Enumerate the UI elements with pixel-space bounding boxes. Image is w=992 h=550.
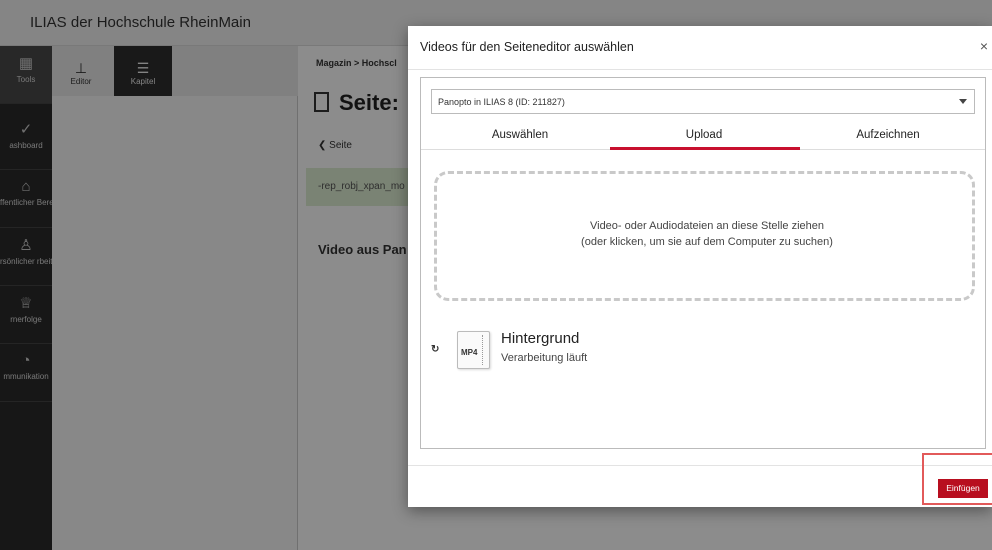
dialog-title: Videos für den Seiteneditor auswählen: [420, 40, 634, 54]
processing-spinner-icon: ↻: [431, 344, 440, 355]
dropzone-text: Video- oder Audiodateien an diese Stelle…: [581, 220, 833, 248]
tab-select[interactable]: Auswählen: [425, 129, 615, 141]
source-select[interactable]: Panopto in ILIAS 8 (ID: 211827): [431, 89, 975, 114]
mp4-file-icon: MP4: [457, 331, 490, 369]
video-select-dialog: Videos für den Seiteneditor auswählen × …: [408, 26, 992, 507]
file-status: Verarbeitung läuft: [501, 352, 588, 364]
file-extension: MP4: [461, 348, 478, 357]
dialog-header: Videos für den Seiteneditor auswählen ×: [408, 26, 992, 70]
active-tab-indicator: [610, 147, 800, 150]
chevron-down-icon: [959, 99, 967, 104]
upload-dropzone[interactable]: Video- oder Audiodateien an diese Stelle…: [434, 171, 975, 301]
tab-record[interactable]: Aufzeichnen: [793, 129, 983, 141]
upload-file-item: ↻ MP4 Hintergrund Verarbeitung läuft: [431, 326, 731, 370]
insert-button-highlight: [922, 453, 992, 505]
close-icon[interactable]: ×: [980, 38, 988, 54]
source-select-value: Panopto in ILIAS 8 (ID: 211827): [438, 97, 565, 107]
file-name: Hintergrund: [501, 330, 580, 347]
file-icon-decoration: [482, 335, 485, 365]
tab-upload[interactable]: Upload: [609, 129, 799, 141]
dialog-body: Panopto in ILIAS 8 (ID: 211827) Auswähle…: [420, 77, 986, 449]
footer-divider: [408, 465, 992, 466]
tab-bar: Auswählen Upload Aufzeichnen: [421, 122, 985, 150]
